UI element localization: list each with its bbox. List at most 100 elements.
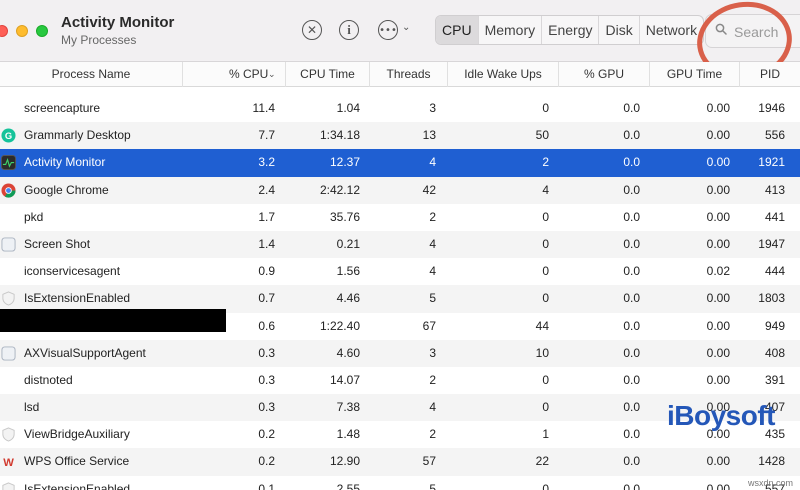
table-row[interactable]: IsExtensionEnabled 0.1 2.55 5 0 0.0 0.00 557 <box>0 476 800 490</box>
table-row[interactable]: Screen Shot 1.4 0.21 4 0 0.0 0.00 1947 <box>0 230 800 259</box>
tab-memory[interactable]: Memory <box>479 16 543 44</box>
process-name: Google Chrome <box>24 182 109 197</box>
tab-bar: CPU Memory Energy Disk Network <box>435 15 705 45</box>
gpu-time: 0.00 <box>706 481 730 490</box>
tab-cpu[interactable]: CPU <box>436 16 479 44</box>
process-name: iconservicesagent <box>24 264 121 279</box>
cpu-time: 4.60 <box>336 345 360 360</box>
cpu-percent: 0.2 <box>258 427 275 442</box>
column-gpu-time[interactable]: GPU Time <box>650 62 740 87</box>
window-titlebar: Activity Monitor My Processes ✕ i ••• ⌄ … <box>0 0 800 62</box>
gpu-time: 0.00 <box>706 454 730 469</box>
chevron-down-icon[interactable]: ⌄ <box>402 22 410 33</box>
gpu-percent: 0.0 <box>623 481 640 490</box>
threads: 5 <box>429 481 436 490</box>
table-row[interactable]: W WPS Office Service 0.2 12.90 57 22 0.0 0.00 14… <box>0 448 800 476</box>
process-name: lsd <box>24 400 40 415</box>
threads: 4 <box>429 400 436 415</box>
threads: 3 <box>429 345 436 360</box>
table-row[interactable]: distnoted 0.3 14.07 2 0 0.0 0.00 391 <box>0 367 800 394</box>
pid: 444 <box>764 264 785 279</box>
table-row[interactable]: iconservicesagent 0.9 1.56 4 0 0.0 0.02 444 <box>0 258 800 285</box>
gpu-time: 0.00 <box>706 345 730 360</box>
threads: 5 <box>429 291 436 306</box>
pid: 556 <box>764 128 785 143</box>
table-row[interactable]: pkd 1.7 35.76 2 0 0.0 0.00 441 <box>0 204 800 231</box>
table-row[interactable]: G Grammarly Desktop 7.7 1:34.18 13 50 0.0 0.00 5… <box>0 122 800 150</box>
tab-disk[interactable]: Disk <box>599 16 640 44</box>
process-name: distnoted <box>24 372 73 387</box>
cpu-time: 35.76 <box>329 209 360 224</box>
idle-wake-ups: 2 <box>542 155 549 170</box>
more-actions-icon[interactable]: ••• <box>378 20 398 40</box>
cpu-time: 1.56 <box>336 264 360 279</box>
column-threads[interactable]: Threads <box>370 62 448 87</box>
pid: 413 <box>764 182 785 197</box>
table-row[interactable]: Google Chrome 2.4 2:42.12 42 4 0.0 0.00 413 <box>0 176 800 204</box>
table-row[interactable]: screencapture 11.4 1.04 3 0 0.0 0.00 1946 <box>0 95 800 122</box>
zoom-window-button[interactable] <box>36 25 48 37</box>
gpu-time: 0.00 <box>706 155 730 170</box>
traffic-lights <box>0 25 48 37</box>
threads: 4 <box>429 264 436 279</box>
stop-process-icon[interactable]: ✕ <box>302 20 322 40</box>
search-icon <box>715 23 727 35</box>
idle-wake-ups: 0 <box>542 264 549 279</box>
pid: 1946 <box>758 101 785 115</box>
cpu-percent: 1.4 <box>258 236 275 251</box>
idle-wake-ups: 0 <box>542 291 549 306</box>
minimize-window-button[interactable] <box>16 25 28 37</box>
info-icon[interactable]: i <box>339 20 359 40</box>
column-cpu-time[interactable]: CPU Time <box>286 62 370 87</box>
pid: 391 <box>764 372 785 387</box>
process-name: Screen Shot <box>24 236 91 251</box>
gpu-percent: 0.0 <box>623 101 640 115</box>
cpu-percent: 0.7 <box>258 291 275 306</box>
column-pid[interactable]: PID <box>740 62 800 87</box>
gpu-time: 0.00 <box>706 291 730 306</box>
cpu-time: 4.46 <box>336 291 360 306</box>
column-gpu[interactable]: % GPU <box>559 62 650 87</box>
table-row[interactable]: AXVisualSupportAgent 0.3 4.60 3 10 0.0 0.00 408 <box>0 339 800 367</box>
close-window-button[interactable] <box>0 25 8 37</box>
cpu-time: 12.90 <box>329 454 360 469</box>
column-idle-wake-ups[interactable]: Idle Wake Ups <box>448 62 559 87</box>
tab-network[interactable]: Network <box>640 16 703 44</box>
gpu-percent: 0.0 <box>623 236 640 251</box>
search-field[interactable]: Search <box>705 14 800 48</box>
process-name: screencapture <box>24 101 101 115</box>
cpu-percent: 3.2 <box>258 155 275 170</box>
process-name: AXVisualSupportAgent <box>24 345 146 360</box>
cpu-percent: 0.3 <box>258 400 275 415</box>
pid: 949 <box>764 318 785 333</box>
process-name: WPS Office Service <box>24 454 130 469</box>
cpu-percent: 0.3 <box>258 345 275 360</box>
tab-energy[interactable]: Energy <box>542 16 600 44</box>
cpu-time: 1:22.40 <box>319 318 360 333</box>
redaction-bar <box>0 309 226 332</box>
cpu-time: 1.48 <box>336 427 360 442</box>
sort-chevron-icon[interactable]: ⌄ <box>268 70 276 80</box>
cpu-percent: 1.7 <box>258 209 275 224</box>
table-header: Process Name % CPU ⌄ CPU Time Threads Id… <box>0 62 800 87</box>
cpu-percent: 0.3 <box>258 372 275 387</box>
gpu-percent: 0.0 <box>623 345 640 360</box>
cpu-percent: 7.7 <box>258 128 275 143</box>
app-title: Activity Monitor <box>61 14 175 31</box>
threads: 4 <box>429 236 436 251</box>
gpu-time: 0.00 <box>706 101 730 115</box>
column-process-name[interactable]: Process Name <box>0 62 183 87</box>
cpu-time: 1.04 <box>336 101 360 115</box>
process-name: Activity Monitor <box>24 155 106 170</box>
svg-text:G: G <box>5 131 12 141</box>
cpu-time: 14.07 <box>329 372 360 387</box>
table-row[interactable]: Activity Monitor 3.2 12.37 4 2 0.0 0.00 1921 <box>0 149 800 177</box>
gpu-percent: 0.0 <box>623 318 640 333</box>
gpu-percent: 0.0 <box>623 155 640 170</box>
idle-wake-ups: 0 <box>542 372 549 387</box>
pid: 1947 <box>758 236 785 251</box>
cpu-percent: 11.4 <box>252 101 275 115</box>
gpu-percent: 0.0 <box>623 400 640 415</box>
pid: 1803 <box>758 291 785 306</box>
cpu-percent: 0.9 <box>258 264 275 279</box>
